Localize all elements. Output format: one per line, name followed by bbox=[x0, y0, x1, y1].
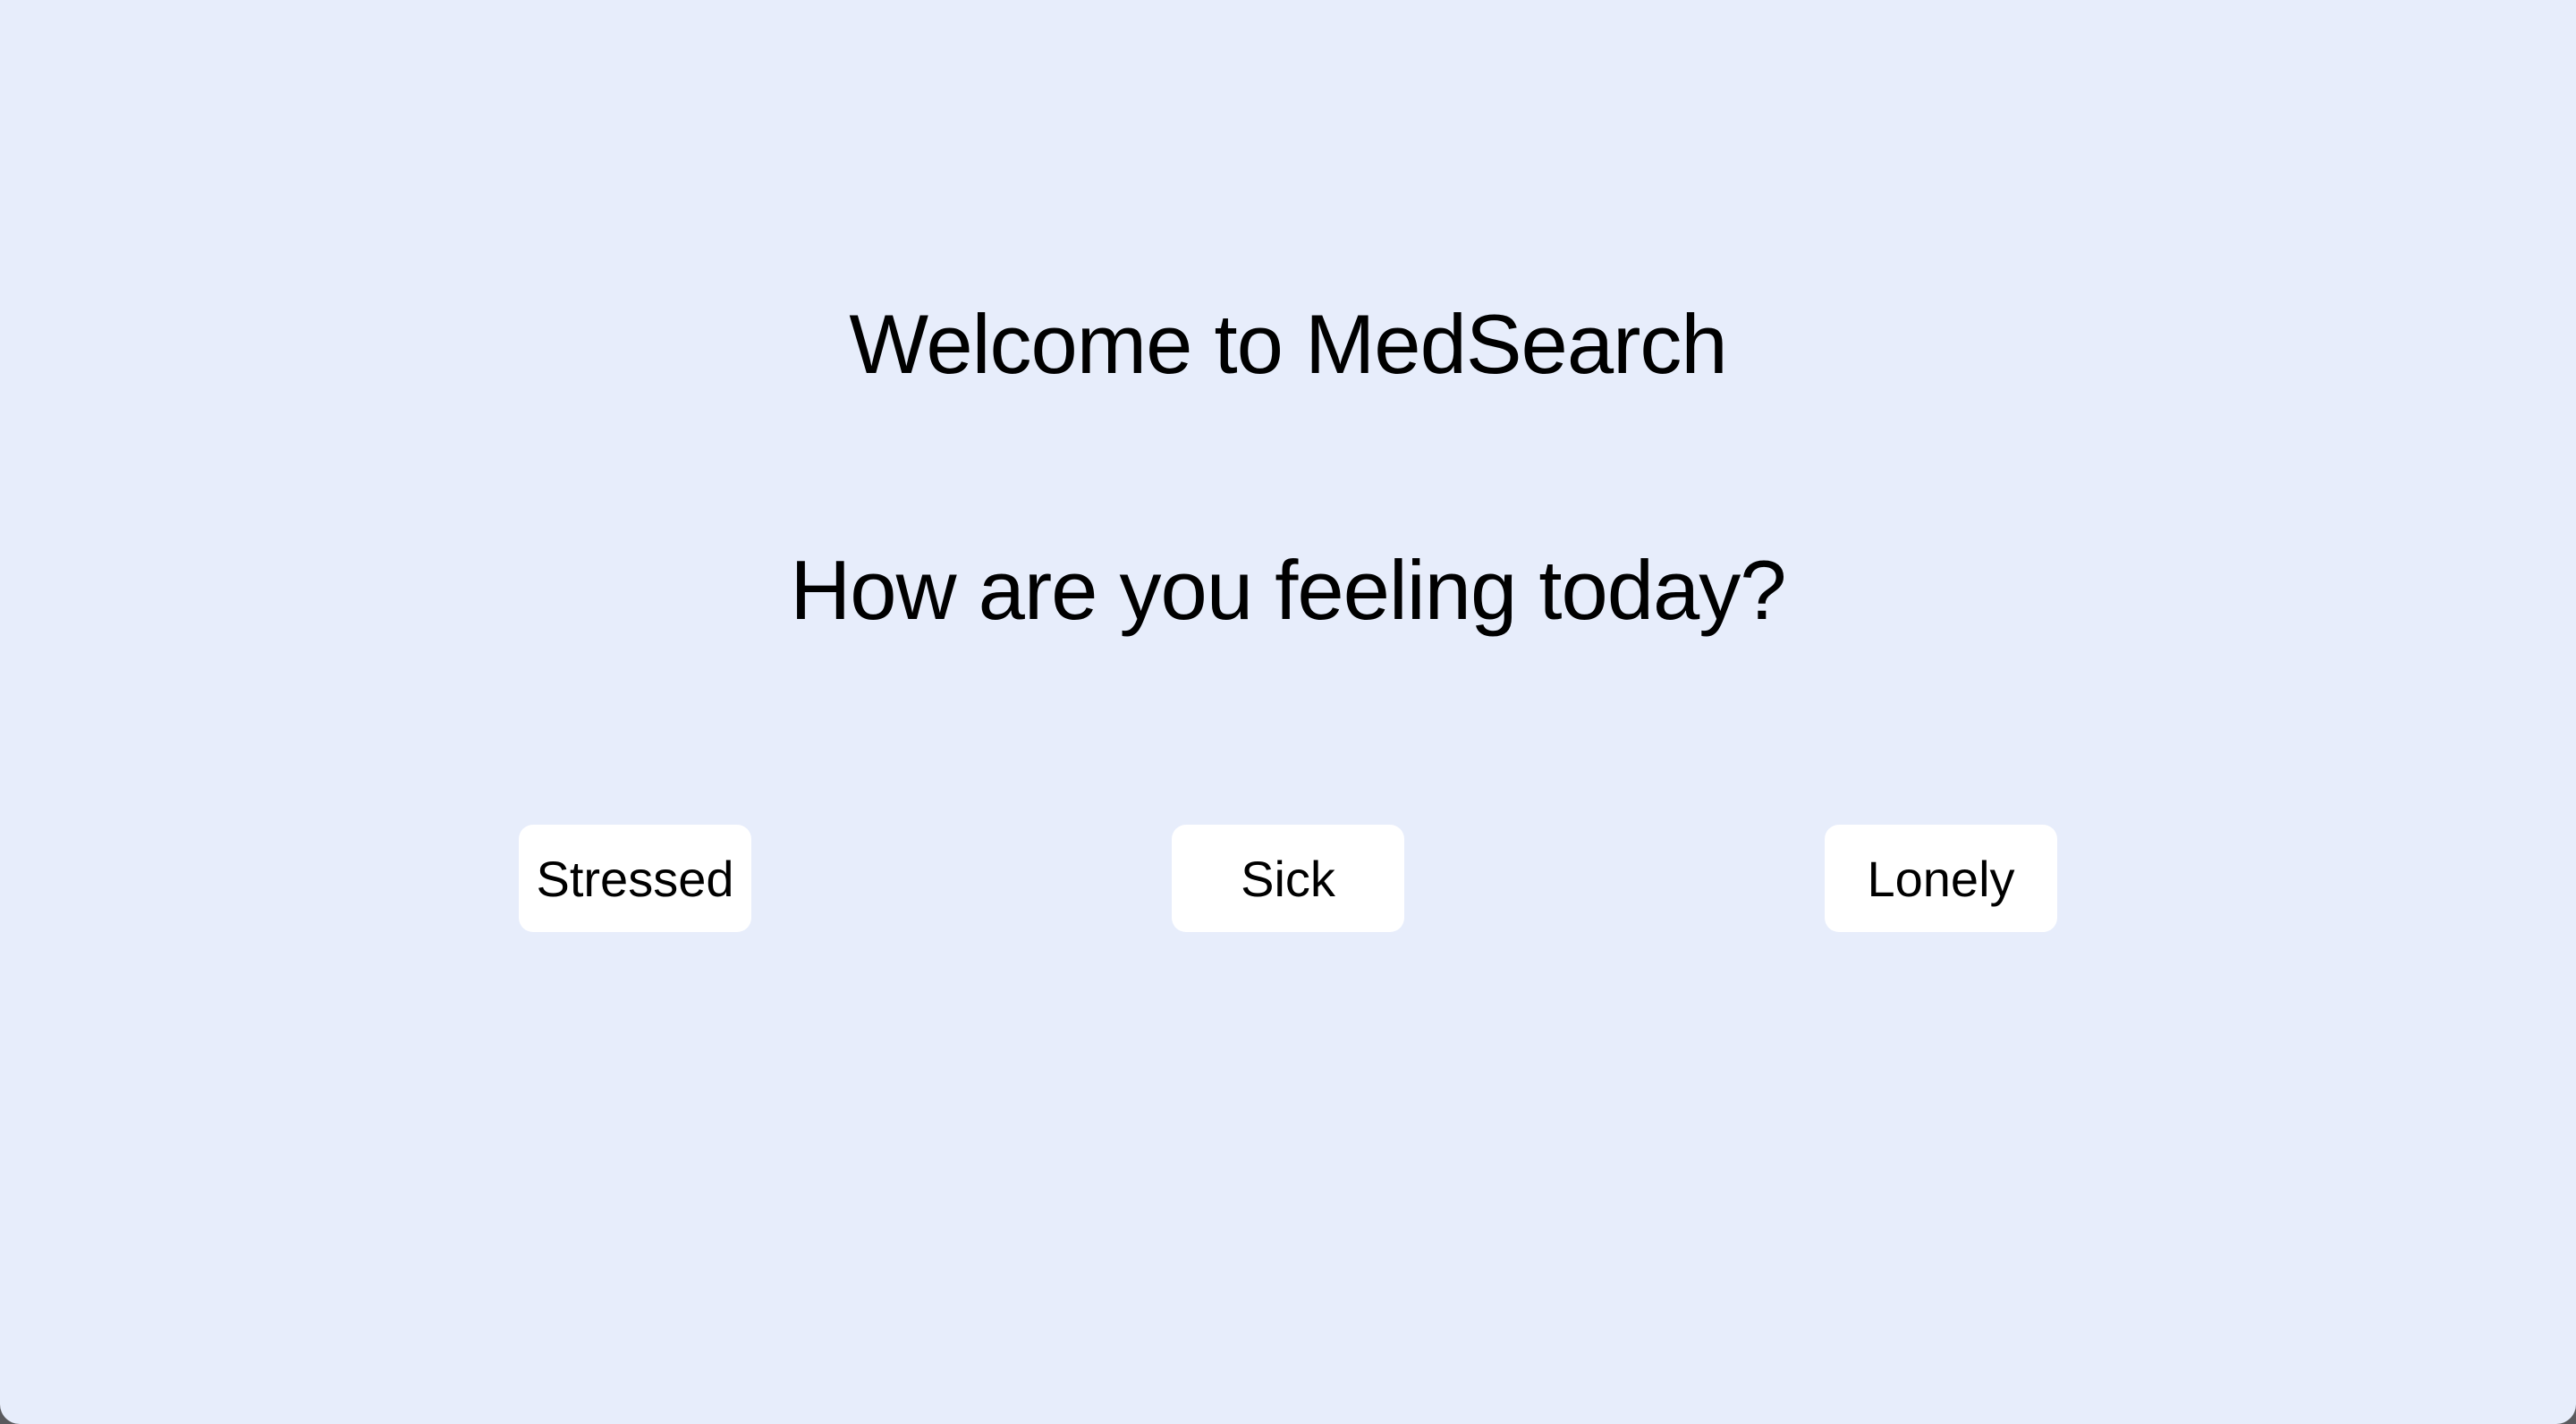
sick-button[interactable]: Sick bbox=[1172, 825, 1404, 932]
page-title: Welcome to MedSearch bbox=[849, 297, 1727, 391]
feeling-question: How are you feeling today? bbox=[790, 543, 1786, 637]
stressed-button[interactable]: Stressed bbox=[519, 825, 751, 932]
lonely-button[interactable]: Lonely bbox=[1825, 825, 2057, 932]
app-window: Welcome to MedSearch How are you feeling… bbox=[0, 0, 2576, 1424]
